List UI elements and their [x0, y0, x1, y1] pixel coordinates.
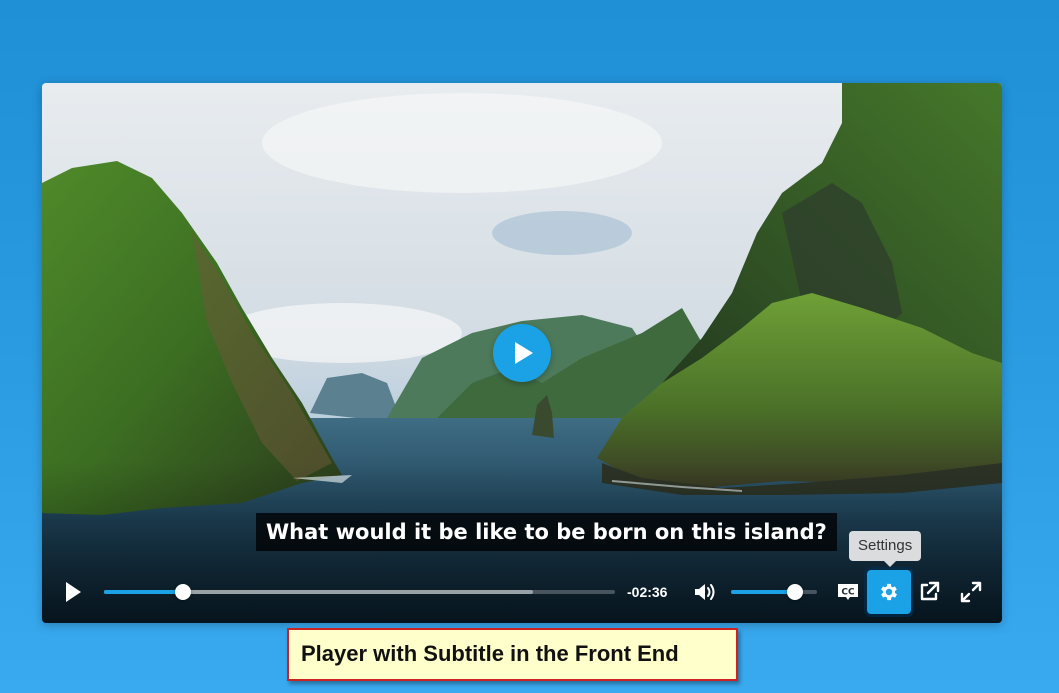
- subtitle-text: What would it be like to be born on this…: [256, 513, 837, 551]
- mute-button[interactable]: [692, 579, 718, 605]
- settings-tooltip: Settings: [849, 531, 922, 561]
- fullscreen-button[interactable]: [958, 579, 984, 605]
- popout-button[interactable]: [916, 579, 942, 605]
- control-bar: -02:36 CC: [42, 570, 1002, 614]
- captions-button[interactable]: CC: [835, 579, 861, 605]
- gear-icon: [881, 583, 897, 601]
- settings-button[interactable]: [867, 570, 911, 614]
- video-player[interactable]: What would it be like to be born on this…: [42, 83, 1002, 623]
- fullscreen-icon: [960, 581, 982, 603]
- time-remaining: -02:36: [627, 584, 668, 600]
- popout-icon: [920, 581, 940, 601]
- volume-handle[interactable]: [786, 584, 803, 600]
- progress-bar[interactable]: [104, 584, 615, 600]
- volume-slider[interactable]: [731, 584, 817, 600]
- play-icon: [515, 342, 533, 364]
- play-button[interactable]: [60, 579, 86, 605]
- volume-level: [731, 590, 795, 594]
- annotation-caption: Player with Subtitle in the Front End: [287, 628, 738, 681]
- volume-icon: [695, 584, 715, 600]
- progress-handle[interactable]: [175, 584, 192, 600]
- svg-text:CC: CC: [841, 588, 855, 598]
- big-play-button[interactable]: [493, 324, 551, 382]
- tooltip-arrow: [884, 561, 896, 567]
- closed-captions-icon: CC: [838, 584, 858, 600]
- progress-played: [104, 590, 184, 594]
- play-icon: [66, 582, 81, 602]
